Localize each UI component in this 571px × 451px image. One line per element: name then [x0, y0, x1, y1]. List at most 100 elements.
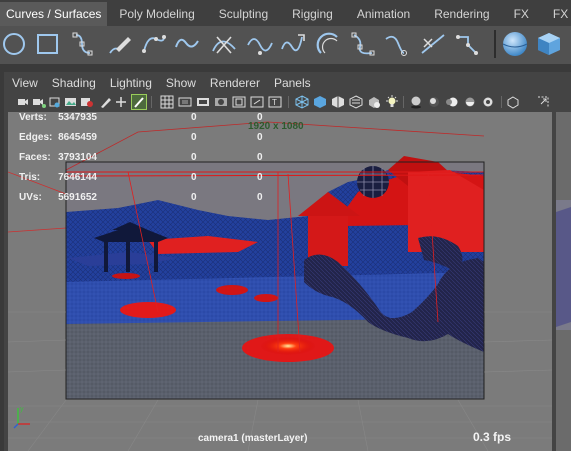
- bezier-tool-icon[interactable]: [244, 29, 274, 59]
- panel-menu-bar: View Shading Lighting Show Renderer Pane…: [4, 72, 554, 94]
- two-d-pan-zoom-icon[interactable]: [80, 95, 94, 109]
- nurbs-cube-icon[interactable]: [534, 29, 564, 59]
- svg-text:y: y: [20, 406, 24, 413]
- shelf-tab-curves-surfaces[interactable]: Curves / Surfaces: [0, 2, 108, 26]
- shelf-tab-rigging[interactable]: Rigging: [280, 2, 345, 26]
- view-axis-icon: y: [12, 402, 34, 430]
- safe-action-icon[interactable]: [250, 95, 264, 109]
- isolate-select-icon[interactable]: [506, 95, 520, 109]
- hud-value: 3793104: [58, 152, 97, 163]
- hud-label: Edges:: [19, 132, 53, 143]
- hud-value: 0: [191, 132, 197, 143]
- svg-text:T: T: [272, 98, 277, 107]
- extend-curve-icon[interactable]: [382, 29, 412, 59]
- insert-knot-icon[interactable]: [418, 29, 448, 59]
- pencil-curve-icon[interactable]: [104, 29, 134, 59]
- toolbar-separator: [403, 96, 404, 108]
- snap-move-icon[interactable]: [114, 95, 128, 109]
- menu-renderer[interactable]: Renderer: [203, 72, 267, 94]
- camera-name-label: camera1 (masterLayer): [198, 433, 308, 444]
- screen-space-ao-icon[interactable]: [427, 95, 441, 109]
- resolution-gate-label: 1920 x 1080: [248, 121, 304, 132]
- menu-panels[interactable]: Panels: [267, 72, 318, 94]
- shelf-tab-rendering[interactable]: Rendering: [422, 2, 501, 26]
- panel-expand-icon[interactable]: [536, 95, 550, 109]
- hud-value: 8645459: [58, 132, 97, 143]
- nurbs-square-icon[interactable]: [33, 29, 63, 59]
- curve-arrow-icon[interactable]: [278, 29, 308, 59]
- shelf-tab-sculpting[interactable]: Sculpting: [207, 2, 280, 26]
- image-plane-icon[interactable]: [64, 95, 78, 109]
- shelf-tab-fx[interactable]: FX: [502, 2, 541, 26]
- paint-tool-icon[interactable]: [131, 94, 147, 110]
- hud-value: 0: [191, 152, 197, 163]
- menu-view[interactable]: View: [5, 72, 45, 94]
- hud-value: 7646144: [58, 172, 97, 183]
- hud-value: 0: [257, 172, 263, 183]
- light-bulb-icon[interactable]: [385, 95, 399, 109]
- textured-icon[interactable]: [349, 95, 363, 109]
- nurbs-circle-icon[interactable]: [0, 29, 30, 59]
- hud-value: 0: [191, 192, 197, 203]
- bezier-curve-icon[interactable]: [172, 29, 202, 59]
- maya-window: Curves / Surfaces Poly Modeling Sculptin…: [0, 0, 571, 451]
- bookmark-icon[interactable]: [48, 95, 62, 109]
- toolbar-separator: [501, 96, 502, 108]
- shelf-tab-fx-caching[interactable]: FX Ca: [541, 2, 571, 26]
- hud-value: 0: [257, 132, 263, 143]
- shadows-icon[interactable]: [409, 95, 423, 109]
- toolbar-separator: [288, 96, 289, 108]
- panel-toolbar: T: [4, 94, 554, 112]
- hud-value: 5691652: [58, 192, 97, 203]
- film-gate-icon[interactable]: [178, 95, 192, 109]
- safe-title-icon[interactable]: T: [268, 95, 282, 109]
- grease-pencil-icon[interactable]: [99, 95, 113, 109]
- anti-aliasing-icon[interactable]: [463, 95, 477, 109]
- shelf-tab-bar: Curves / Surfaces Poly Modeling Sculptin…: [0, 0, 571, 26]
- ep-curve-icon[interactable]: [138, 29, 168, 59]
- resolution-gate-icon[interactable]: [196, 95, 210, 109]
- cv-curve-icon[interactable]: [68, 29, 98, 59]
- motion-blur-icon[interactable]: [445, 95, 459, 109]
- hud-label: UVs:: [19, 192, 42, 203]
- panel-gap: [0, 64, 571, 72]
- viewport-3d[interactable]: Verts: 5347935 0 0 Edges: 8645459 0 0 Fa…: [8, 112, 552, 451]
- nurbs-sphere-icon[interactable]: [500, 29, 530, 59]
- curve-cv-icon[interactable]: [348, 29, 378, 59]
- select-camera-icon[interactable]: [16, 95, 30, 109]
- toolbar-separator: [151, 96, 152, 108]
- hud-row-faces: Faces: 3793104 0 0: [8, 152, 298, 166]
- menu-lighting[interactable]: Lighting: [103, 72, 159, 94]
- adjacent-viewport[interactable]: [556, 112, 571, 451]
- wireframe-icon[interactable]: [295, 95, 309, 109]
- hud-label: Faces:: [19, 152, 51, 163]
- depth-of-field-icon[interactable]: [481, 95, 495, 109]
- hud-value: 5347935: [58, 112, 97, 123]
- wireframe-on-shaded-icon[interactable]: [331, 95, 345, 109]
- camera-attributes-icon[interactable]: [32, 95, 46, 109]
- hud-row-uvs: UVs: 5691652 0 0: [8, 192, 298, 206]
- menu-shading[interactable]: Shading: [45, 72, 103, 94]
- rebuild-curve-icon[interactable]: [452, 29, 482, 59]
- field-chart-icon[interactable]: [232, 95, 246, 109]
- hud-value: 0: [257, 192, 263, 203]
- hud-row-tris: Tris: 7646144 0 0: [8, 172, 298, 186]
- hud-row-edges: Edges: 8645459 0 0: [8, 132, 298, 146]
- shelf-tab-animation[interactable]: Animation: [345, 2, 422, 26]
- menu-show[interactable]: Show: [159, 72, 203, 94]
- gate-mask-icon[interactable]: [214, 95, 228, 109]
- arc-tool-icon[interactable]: [313, 29, 343, 59]
- cut-curve-icon[interactable]: [209, 29, 239, 59]
- hud-value: 0: [191, 172, 197, 183]
- shelf-tab-poly-modeling[interactable]: Poly Modeling: [107, 2, 206, 26]
- fps-counter: 0.3 fps: [473, 430, 512, 444]
- hud-label: Verts:: [19, 112, 47, 123]
- shelf-divider: [494, 30, 496, 58]
- use-all-lights-icon[interactable]: [367, 95, 381, 109]
- hud-value: 0: [257, 152, 263, 163]
- hud-value: 0: [191, 112, 197, 123]
- hud-label: Tris:: [19, 172, 41, 183]
- smooth-shade-icon[interactable]: [313, 95, 327, 109]
- grid-icon[interactable]: [160, 95, 174, 109]
- shelf-icon-bar: [0, 26, 571, 64]
